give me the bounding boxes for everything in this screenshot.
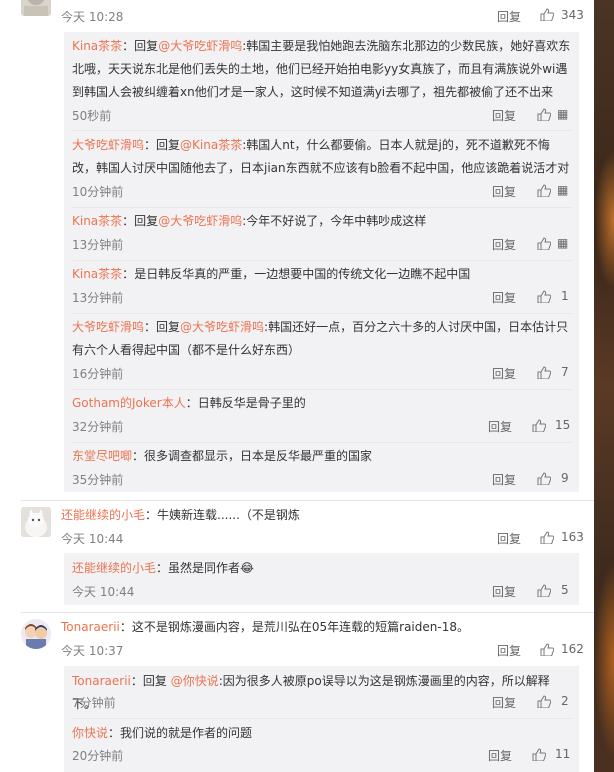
reply-button[interactable]: 回复 (497, 642, 521, 659)
comment-text: Tonaraerii：这不是钢炼漫画内容，是荒川弘在05年连载的短篇raiden… (61, 620, 469, 634)
sub-reply-time: 今天 10:44 (72, 585, 135, 599)
thumb-up-icon[interactable] (537, 184, 551, 200)
mention-link[interactable]: @Kina茶茶 (180, 138, 242, 152)
mention-link[interactable]: @大爷吃虾滑呜 (158, 39, 242, 53)
sub-reply-text: Gotham的Joker本人：日韩反华是骨子里的 (72, 396, 306, 410)
thumb-up-icon[interactable] (532, 748, 546, 764)
reply-button[interactable]: 回复 (492, 236, 516, 253)
mention-link[interactable]: @你快说 (171, 674, 219, 688)
sub-reply-time: 13分钟前 (72, 238, 124, 252)
divider (72, 130, 571, 131)
thumb-up-icon[interactable] (540, 531, 554, 547)
sub-reply-time: 13分钟前 (72, 291, 124, 305)
thumb-up-icon[interactable] (537, 108, 551, 124)
sub-reply-text: 大爷吃虾滑呜：回复@大爷吃虾滑呜:韩国还好一点，百分之六十多的人讨厌中国，日本估… (72, 320, 569, 357)
background-glow (594, 560, 614, 760)
thumb-up-icon[interactable] (537, 472, 551, 488)
user-name[interactable]: 还能继续的小毛 (61, 508, 145, 522)
user-name[interactable]: 大爷吃虾滑呜 (72, 320, 144, 334)
mention-link[interactable]: @大爷吃虾滑呜 (158, 214, 242, 228)
user-name[interactable]: Kina茶茶 (72, 214, 122, 228)
user-name[interactable]: 东堂尽吧唧 (72, 449, 132, 463)
like-count: 11 (555, 747, 571, 761)
report-icon[interactable]: ▦ (557, 107, 568, 121)
like-count: 2 (561, 694, 569, 708)
user-name[interactable]: Kina茶茶 (72, 267, 122, 281)
thumb-up-icon[interactable] (537, 366, 551, 382)
reply-button[interactable]: 回复 (492, 289, 516, 306)
thumb-up-icon[interactable] (537, 584, 551, 600)
thumb-up-icon[interactable] (537, 695, 551, 711)
reply-button[interactable]: 回复 (488, 418, 512, 435)
divider (72, 718, 571, 719)
reply-button[interactable]: 回复 (497, 530, 521, 547)
comment-time: 今天 10:37 (61, 644, 124, 658)
divider (20, 612, 594, 613)
thumb-up-icon[interactable] (540, 8, 554, 24)
sub-reply-list: Tonaraerii：回复 @你快说:因为很多人被原po误导以为这是钢炼漫画里的… (64, 666, 579, 772)
sub-reply-time: 50秒前 (72, 109, 112, 123)
sub-reply-text: 东堂尽吧唧：很多调查都显示，日本是反华最严重的国家 (72, 449, 373, 463)
report-icon[interactable]: ▦ (557, 183, 568, 197)
thumb-up-icon[interactable] (540, 643, 554, 659)
sub-reply-time: 7分钟前 (72, 696, 116, 710)
sub-reply-text: 还能继续的小毛：虽然是同作者😂 (72, 561, 255, 575)
like-count: 162 (561, 642, 584, 656)
comment-text: 还能继续的小毛：牛姨新连载......（不是钢炼 (61, 508, 300, 522)
sub-reply-text: 大爷吃虾滑呜：回复@Kina茶茶:韩国人nt，什么都要偷。日本人就是j的，死不道… (72, 138, 570, 175)
reply-button[interactable]: 回复 (492, 365, 516, 382)
divider (72, 442, 571, 443)
user-name[interactable]: 还能继续的小毛 (72, 561, 156, 575)
comment-time: 今天 10:44 (61, 532, 124, 546)
sub-reply-time: 10分钟前 (72, 185, 124, 199)
user-name[interactable]: Tonaraerii (61, 620, 120, 634)
like-count: 5 (561, 583, 569, 597)
reply-button[interactable]: 回复 (492, 583, 516, 600)
like-count: 9 (561, 471, 569, 485)
comment-feed: 今天 10:28 回复 343 Kina茶茶：回复@大爷吃虾滑呜:韩国主要是我怕… (0, 0, 594, 772)
background-glow (594, 150, 614, 290)
reply-button[interactable]: 回复 (492, 107, 516, 124)
sub-reply-text: Kina茶茶：回复@大爷吃虾滑呜:韩国主要是我怕她跑去洗脑东北那边的少数民族，她… (72, 39, 571, 99)
like-count: 15 (555, 418, 571, 432)
user-name[interactable]: Kina茶茶 (72, 39, 122, 53)
comment-time: 今天 10:28 (61, 10, 124, 24)
background-edge (594, 0, 614, 772)
divider (72, 260, 571, 261)
sub-reply-text: Kina茶茶：是日韩反华真的严重，一边想要中国的传统文化一边瞧不起中国 (72, 267, 471, 281)
user-name[interactable]: Tonaraerii (72, 674, 131, 688)
reply-button[interactable]: 回复 (492, 471, 516, 488)
sub-reply-text: Kina茶茶：回复@大爷吃虾滑呜:今年不好说了，今年中韩吵成这样 (72, 214, 427, 228)
sub-reply-time: 20分钟前 (72, 749, 124, 763)
sub-reply-time: 32分钟前 (72, 420, 124, 434)
sub-reply-time: 35分钟前 (72, 473, 124, 487)
report-icon[interactable]: ▦ (557, 236, 568, 250)
like-count: 163 (561, 530, 584, 544)
sub-reply-list: 还能继续的小毛：虽然是同作者😂 今天 10:44 回复 5 (64, 553, 579, 605)
user-name[interactable]: Gotham的Joker本人 (72, 396, 186, 410)
divider (72, 389, 571, 390)
sub-reply-list: Kina茶茶：回复@大爷吃虾滑呜:韩国主要是我怕她跑去洗脑东北那边的少数民族，她… (64, 32, 579, 492)
like-count: 1 (561, 289, 569, 303)
reply-button[interactable]: 回复 (488, 747, 512, 764)
divider (72, 313, 571, 314)
like-count: 343 (561, 8, 584, 22)
sub-reply-text: 你快说：我们说的就是作者的问题 (72, 726, 253, 740)
avatar[interactable] (21, 507, 51, 537)
reply-button[interactable]: 回复 (492, 183, 516, 200)
avatar[interactable] (21, 619, 51, 649)
thumb-up-icon[interactable] (537, 237, 551, 253)
divider (72, 207, 571, 208)
sub-reply-time: 16分钟前 (72, 367, 124, 381)
divider (20, 500, 594, 501)
thumb-up-icon[interactable] (532, 419, 546, 435)
mention-link[interactable]: @大爷吃虾滑呜 (180, 320, 264, 334)
like-count: 7 (561, 365, 569, 379)
reply-button[interactable]: 回复 (497, 8, 521, 25)
thumb-up-icon[interactable] (537, 290, 551, 306)
avatar[interactable] (21, 0, 51, 16)
reply-button[interactable]: 回复 (492, 694, 516, 711)
user-name[interactable]: 你快说 (72, 726, 108, 740)
user-name[interactable]: 大爷吃虾滑呜 (72, 138, 144, 152)
